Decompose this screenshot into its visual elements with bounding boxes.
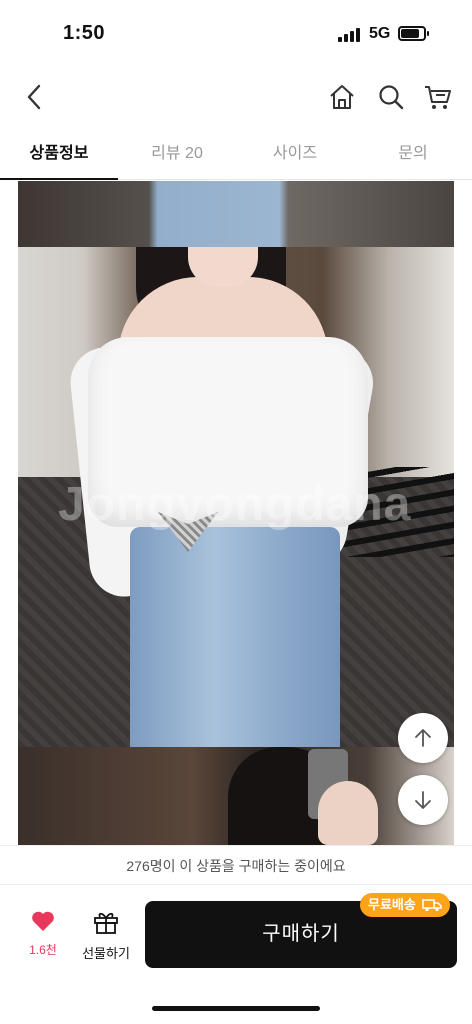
tab-size[interactable]: 사이즈: [236, 128, 354, 180]
product-tabs: 상품정보 리뷰 20 사이즈 문의: [0, 128, 472, 180]
purchase-activity-notice: 276명이 이 상품을 구매하는 중이에요: [0, 845, 472, 885]
scroll-down-button[interactable]: [398, 775, 448, 825]
tab-reviews[interactable]: 리뷰 20: [118, 128, 236, 180]
free-shipping-badge: 무료배송: [360, 893, 451, 917]
like-count: 1.6천: [29, 943, 57, 957]
search-icon[interactable]: [376, 82, 406, 112]
home-icon[interactable]: [327, 82, 357, 112]
gift-label: 선물하기: [82, 946, 130, 961]
tab-inquiry[interactable]: 문의: [354, 128, 472, 180]
battery-icon: [398, 26, 429, 41]
brand-watermark: Jongvongdana: [58, 478, 412, 531]
like-button[interactable]: 1.6천: [22, 910, 64, 966]
status-bar: 1:50 5G: [0, 0, 472, 70]
bottom-action-bar: 1.6천 선물하기 구매하기 무료배송: [0, 886, 472, 986]
arrow-up-icon: [415, 729, 431, 747]
gift-button[interactable]: 선물하기: [78, 910, 134, 966]
product-photo-main: Jongvongdana: [18, 247, 454, 747]
scroll-up-button[interactable]: [398, 713, 448, 763]
product-photo-top: [18, 181, 454, 247]
tab-product-info[interactable]: 상품정보: [0, 128, 118, 180]
network-label: 5G: [369, 25, 391, 42]
arrow-down-icon: [415, 791, 431, 809]
chevron-left-icon[interactable]: [20, 82, 50, 112]
cart-icon[interactable]: [423, 82, 453, 112]
gift-icon: [94, 912, 118, 934]
product-detail-images[interactable]: Jongvongdana: [18, 181, 454, 845]
home-indicator: [152, 1006, 320, 1011]
clock-time: 1:50: [63, 22, 106, 44]
signal-icon: [338, 28, 360, 42]
heart-icon: [32, 911, 54, 931]
free-shipping-label: 무료배송: [368, 897, 416, 912]
top-nav: [0, 70, 472, 126]
truck-icon: [422, 899, 443, 912]
